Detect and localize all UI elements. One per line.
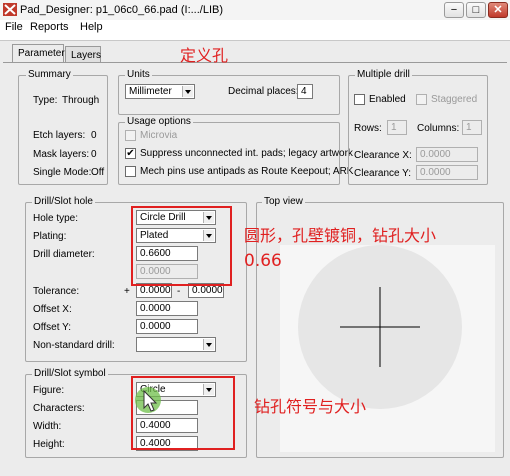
rows-label: Rows:: [354, 123, 382, 134]
enabled-label: Enabled: [369, 94, 406, 105]
menu-bar: [0, 20, 510, 38]
tolerance-label: Tolerance:: [33, 286, 80, 297]
single-mode-value: Off: [91, 167, 105, 178]
suppress-checkbox[interactable]: ✔: [125, 148, 136, 159]
close-button[interactable]: ✕: [488, 2, 508, 18]
characters-label: Characters:: [33, 403, 85, 414]
height-label: Height:: [33, 439, 65, 450]
clearance-x-label: Clearance X:: [354, 150, 412, 161]
hole-settings-highlight: [131, 206, 232, 286]
non-standard-drill-label: Non-standard drill:: [33, 340, 115, 351]
symbol-settings-highlight: [131, 376, 235, 450]
plating-label: Plating:: [33, 231, 67, 242]
single-mode-label: Single Mode:: [33, 167, 92, 178]
annotation-define-hole: 定义孔: [180, 46, 229, 65]
tolerance-plus-sign: +: [124, 286, 130, 297]
summary-title: Summary: [26, 69, 73, 80]
staggered-checkbox[interactable]: [416, 94, 427, 105]
type-label: Type:: [33, 95, 58, 106]
etch-layers-value: 0: [91, 130, 97, 141]
columns-label: Columns:: [417, 123, 460, 134]
drill-slot-hole-title: Drill/Slot hole: [32, 196, 95, 207]
tab-layers[interactable]: Layers: [65, 46, 101, 63]
mask-layers-label: Mask layers:: [33, 149, 90, 160]
clearance-y-label: Clearance Y:: [354, 168, 412, 179]
mech-pins-checkbox[interactable]: [125, 166, 136, 177]
tab-parameters[interactable]: Parameters: [12, 44, 70, 63]
usage-options-title: Usage options: [125, 116, 193, 127]
offset-x-label: Offset X:: [33, 304, 72, 315]
app-icon: [3, 3, 17, 16]
chevron-down-icon[interactable]: [182, 86, 193, 97]
menu-reports[interactable]: Reports: [30, 21, 69, 33]
etch-layers-label: Etch layers:: [33, 130, 86, 141]
staggered-label: Staggered: [431, 94, 478, 105]
offset-y-label: Offset Y:: [33, 322, 71, 333]
type-value: Through: [62, 95, 100, 106]
width-label: Width:: [33, 421, 62, 432]
hole-type-label: Hole type:: [33, 213, 79, 224]
units-select[interactable]: Millimeter: [125, 84, 195, 99]
annotation-hole-size: 0.66: [244, 251, 282, 271]
top-view-title: Top view: [262, 196, 305, 207]
annotation-symbol-description: 钻孔符号与大小: [254, 397, 367, 416]
enabled-checkbox[interactable]: [354, 94, 365, 105]
menu-help[interactable]: Help: [80, 21, 103, 33]
figure-label: Figure:: [33, 385, 65, 396]
mask-layers-value: 0: [91, 149, 97, 160]
drill-diameter-label: Drill diameter:: [33, 249, 95, 260]
top-view-drawing: [298, 245, 462, 409]
maximize-button[interactable]: □: [466, 2, 486, 18]
microvia-checkbox[interactable]: [125, 130, 136, 141]
clearance-y-input[interactable]: 0.0000: [416, 165, 478, 180]
columns-input[interactable]: 1: [462, 120, 482, 135]
offset-y-input[interactable]: 0.0000: [136, 319, 198, 334]
offset-x-input[interactable]: 0.0000: [136, 301, 198, 316]
rows-input[interactable]: 1: [387, 120, 407, 135]
microvia-label: Microvia: [140, 130, 178, 141]
units-title: Units: [125, 69, 152, 80]
decimal-places-label: Decimal places:: [228, 86, 299, 97]
multiple-drill-title: Multiple drill: [355, 69, 412, 80]
chevron-down-icon[interactable]: [203, 339, 214, 350]
mech-pins-label: Mech pins use antipads as Route Keepout;…: [140, 166, 354, 177]
drill-slot-symbol-title: Drill/Slot symbol: [32, 368, 108, 379]
minimize-button[interactable]: −: [444, 2, 464, 18]
annotation-hole-description: 圆形，孔壁镀铜，钻孔大小: [244, 226, 437, 245]
tab-divider: [3, 62, 507, 63]
suppress-label: Suppress unconnected int. pads; legacy a…: [140, 148, 353, 159]
top-view-canvas: [280, 245, 495, 452]
non-standard-drill-select[interactable]: [136, 337, 216, 352]
clearance-x-input[interactable]: 0.0000: [416, 147, 478, 162]
menu-file[interactable]: File: [5, 21, 23, 33]
window-title: Pad_Designer: p1_06c0_66.pad (I:.../LIB): [20, 4, 224, 16]
decimal-places-input[interactable]: 4: [297, 84, 313, 99]
tolerance-minus-sign: -: [177, 286, 181, 297]
units-select-value: Millimeter: [129, 86, 172, 97]
